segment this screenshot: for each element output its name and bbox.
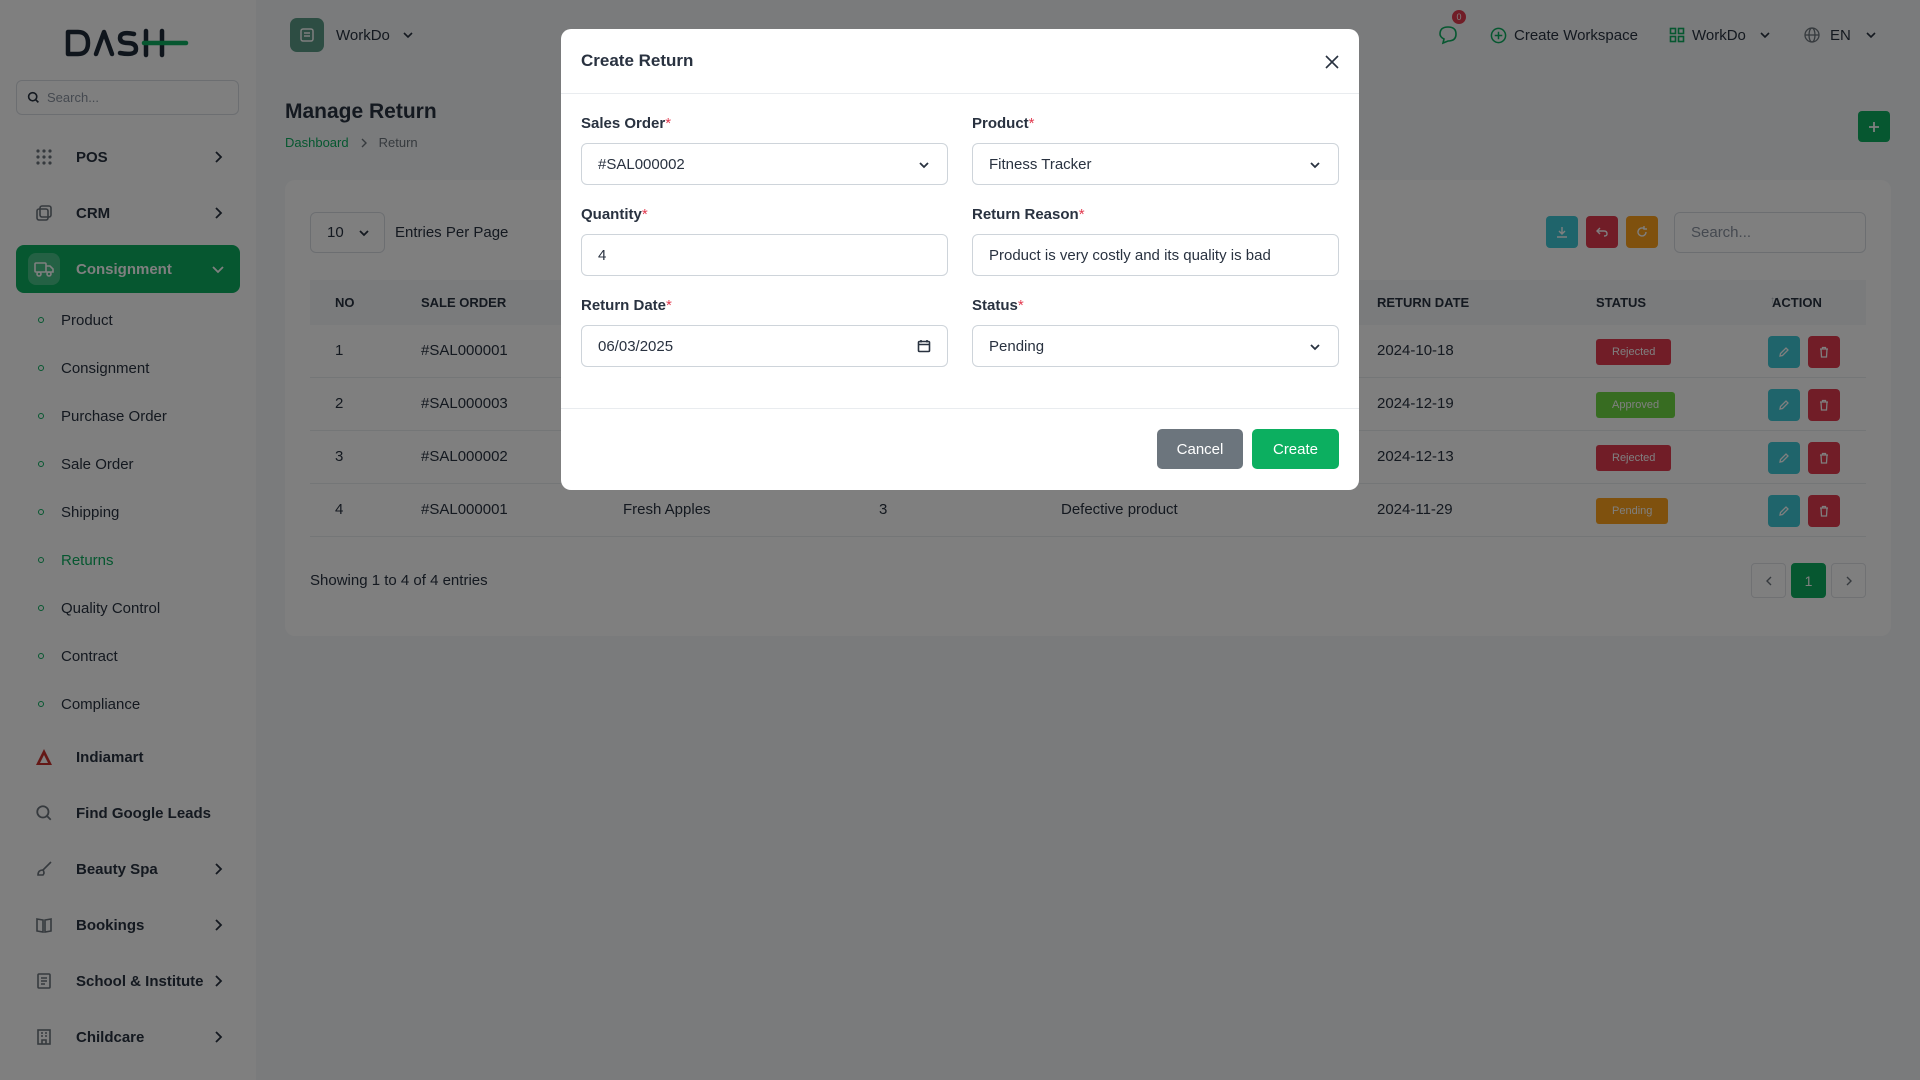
product-label-text: Product xyxy=(972,115,1029,132)
status-select[interactable]: Pending xyxy=(972,325,1339,367)
required-mark: * xyxy=(1078,206,1085,223)
product-value: Fitness Tracker xyxy=(989,155,1092,173)
return-reason-input[interactable]: Product is very costly and its quality i… xyxy=(972,234,1339,276)
status-label: Status* xyxy=(972,297,1024,314)
return-reason-label: Return Reason* xyxy=(972,206,1085,223)
status-label-text: Status xyxy=(972,297,1018,314)
divider xyxy=(561,93,1359,94)
sales-order-label-text: Sales Order xyxy=(581,115,666,132)
create-button[interactable]: Create xyxy=(1252,429,1339,469)
return-date-label: Return Date* xyxy=(581,297,672,314)
chevron-down-icon xyxy=(919,162,929,169)
product-select[interactable]: Fitness Tracker xyxy=(972,143,1339,185)
required-mark: * xyxy=(665,115,672,132)
return-reason-label-text: Return Reason xyxy=(972,206,1079,223)
required-mark: * xyxy=(666,297,672,314)
calendar-icon[interactable] xyxy=(917,339,931,353)
quantity-input[interactable]: 4 xyxy=(581,234,948,276)
return-reason-value: Product is very costly and its quality i… xyxy=(989,246,1271,264)
product-label: Product* xyxy=(972,115,1035,132)
sales-order-label: Sales Order* xyxy=(581,115,671,132)
sales-order-value: #SAL000002 xyxy=(598,155,685,173)
modal-title: Create Return xyxy=(581,51,694,70)
quantity-value: 4 xyxy=(598,246,607,264)
return-date-value: 06/03/2025 xyxy=(598,337,674,355)
quantity-label-text: Quantity xyxy=(581,206,642,223)
required-mark: * xyxy=(1028,115,1035,132)
required-mark: * xyxy=(1017,297,1024,314)
status-value: Pending xyxy=(989,337,1045,355)
cancel-button[interactable]: Cancel xyxy=(1157,429,1243,469)
return-date-label-text: Return Date xyxy=(581,297,667,314)
chevron-down-icon xyxy=(1310,344,1320,351)
sales-order-select[interactable]: #SAL000002 xyxy=(581,143,948,185)
required-mark: * xyxy=(641,206,648,223)
close-icon[interactable] xyxy=(1323,53,1341,71)
divider xyxy=(561,408,1359,409)
create-return-modal: Create Return Sales Order* #SAL000002 Pr… xyxy=(561,29,1359,490)
chevron-down-icon xyxy=(1310,162,1320,169)
quantity-label: Quantity* xyxy=(581,206,648,223)
return-date-input[interactable]: 06/03/2025 xyxy=(581,325,948,367)
